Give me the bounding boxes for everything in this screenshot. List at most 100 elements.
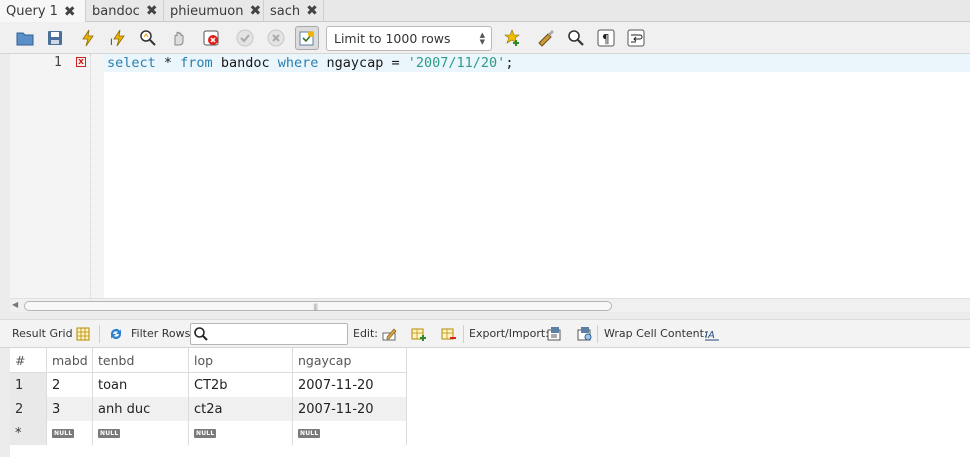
edit-row-icon[interactable] bbox=[381, 325, 399, 343]
new-row-marker[interactable]: * bbox=[10, 421, 47, 445]
scroll-left-icon[interactable]: ◀ bbox=[12, 300, 18, 309]
execute-current-icon[interactable]: I bbox=[107, 27, 129, 49]
filter-rows-label: Filter Rows: bbox=[131, 327, 195, 340]
result-toolbar: Result Grid Filter Rows: Edit: Export/Im… bbox=[0, 320, 970, 348]
new-row[interactable]: * NULL NULL NULL NULL bbox=[10, 421, 407, 445]
query-tab-bar: Query 1 ✖ bandoc ✖ phieumuon ✖ sach ✖ bbox=[0, 0, 970, 23]
cell-mabd[interactable]: 3 bbox=[47, 397, 93, 421]
editor-result-splitter[interactable] bbox=[0, 312, 970, 320]
refresh-filter-icon[interactable] bbox=[107, 325, 125, 343]
left-splitter[interactable] bbox=[0, 54, 10, 457]
limit-rows-select[interactable]: Limit to 1000 rows ▲ ▼ bbox=[326, 26, 492, 51]
svg-text:¶: ¶ bbox=[602, 32, 610, 46]
delete-row-icon[interactable] bbox=[440, 325, 458, 343]
sql-keyword: from bbox=[180, 55, 213, 71]
cell-tenbd[interactable]: anh duc bbox=[93, 397, 189, 421]
search-icon bbox=[193, 326, 209, 345]
svg-text:IA: IA bbox=[705, 330, 715, 341]
cell-null[interactable]: NULL bbox=[93, 421, 189, 445]
tab-query-1[interactable]: Query 1 ✖ bbox=[0, 0, 86, 23]
sql-operator: ; bbox=[505, 55, 514, 71]
tab-label: Query 1 bbox=[6, 4, 58, 19]
sql-editor-toolbar: I Limit to 1000 rows ▲ ▼ ¶ bbox=[0, 22, 970, 54]
open-folder-icon[interactable] bbox=[14, 27, 36, 49]
rollback-icon[interactable] bbox=[265, 27, 287, 49]
export-import-label: Export/Import: bbox=[469, 327, 549, 340]
syntax-error-icon[interactable]: x bbox=[76, 57, 86, 67]
table-row[interactable]: 1 2 toan CT2b 2007-11-20 bbox=[10, 373, 407, 397]
cell-ngaycap[interactable]: 2007-11-20 bbox=[293, 373, 407, 397]
filter-rows-input[interactable] bbox=[190, 323, 348, 345]
null-badge: NULL bbox=[98, 428, 121, 438]
toggle-error-icon[interactable] bbox=[200, 27, 222, 49]
stop-icon[interactable] bbox=[167, 27, 189, 49]
limit-rows-value: Limit to 1000 rows bbox=[334, 31, 451, 46]
cell-lop[interactable]: CT2b bbox=[189, 373, 293, 397]
column-header-rownum[interactable]: # bbox=[10, 348, 47, 373]
column-header-ngaycap[interactable]: ngaycap bbox=[293, 348, 407, 373]
explain-icon[interactable] bbox=[137, 27, 159, 49]
editor-horizontal-scrollbar[interactable]: ◀ ||| bbox=[10, 298, 970, 312]
autocommit-icon[interactable] bbox=[295, 26, 319, 50]
tab-label: bandoc bbox=[92, 3, 140, 19]
insert-row-icon[interactable] bbox=[410, 325, 428, 343]
result-grid-label: Result Grid bbox=[12, 327, 73, 340]
column-header-lop[interactable]: lop bbox=[189, 348, 293, 373]
sql-keyword: where bbox=[277, 55, 319, 71]
wrap-cell-label: Wrap Cell Content: bbox=[604, 327, 708, 340]
row-number[interactable]: 2 bbox=[10, 397, 47, 421]
null-badge: NULL bbox=[298, 428, 321, 438]
column-header-mabd[interactable]: mabd bbox=[47, 348, 93, 373]
cell-tenbd[interactable]: toan bbox=[93, 373, 189, 397]
find-icon[interactable] bbox=[565, 27, 587, 49]
close-tab-icon[interactable]: ✖ bbox=[64, 5, 76, 19]
wrap-cell-icon[interactable]: IA bbox=[703, 325, 721, 343]
table-row[interactable]: 2 3 anh duc ct2a 2007-11-20 bbox=[10, 397, 407, 421]
wrap-lines-icon[interactable] bbox=[625, 27, 647, 49]
null-badge: NULL bbox=[194, 428, 217, 438]
null-badge: NULL bbox=[52, 428, 75, 438]
line-number: 1 bbox=[54, 55, 62, 70]
scrollbar-thumb[interactable]: ||| bbox=[24, 301, 612, 311]
separator bbox=[99, 325, 100, 343]
sql-identifier: ngaycap = bbox=[318, 55, 408, 71]
cell-lop[interactable]: ct2a bbox=[189, 397, 293, 421]
cell-null[interactable]: NULL bbox=[189, 421, 293, 445]
beautify-icon[interactable] bbox=[535, 27, 557, 49]
sql-code-line[interactable]: select * from bandoc where ngaycap = '20… bbox=[107, 55, 513, 71]
separator bbox=[463, 325, 464, 343]
save-icon[interactable] bbox=[44, 27, 66, 49]
result-grid-icon[interactable] bbox=[74, 325, 92, 343]
fold-margin bbox=[90, 54, 104, 298]
select-arrows-icon: ▲ ▼ bbox=[479, 31, 485, 46]
row-number[interactable]: 1 bbox=[10, 373, 47, 397]
tab-bandoc[interactable]: bandoc ✖ bbox=[86, 0, 164, 22]
cell-null[interactable]: NULL bbox=[293, 421, 407, 445]
invisible-chars-icon[interactable]: ¶ bbox=[595, 27, 617, 49]
close-tab-icon[interactable]: ✖ bbox=[306, 4, 318, 18]
cell-ngaycap[interactable]: 2007-11-20 bbox=[293, 397, 407, 421]
tab-phieumuon[interactable]: phieumuon ✖ bbox=[164, 0, 264, 22]
column-header-tenbd[interactable]: tenbd bbox=[93, 348, 189, 373]
tab-label: phieumuon bbox=[170, 3, 244, 19]
result-grid[interactable]: # mabd tenbd lop ngaycap 1 2 toan CT2b 2… bbox=[10, 348, 970, 457]
sql-identifier: bandoc bbox=[212, 55, 278, 71]
commit-icon[interactable] bbox=[234, 27, 256, 49]
export-icon[interactable] bbox=[546, 325, 564, 343]
sql-editor[interactable]: 1 x select * from bandoc where ngaycap =… bbox=[10, 54, 970, 298]
import-icon[interactable] bbox=[576, 325, 594, 343]
add-snippet-icon[interactable] bbox=[502, 27, 524, 49]
close-tab-icon[interactable]: ✖ bbox=[249, 4, 261, 18]
cell-null[interactable]: NULL bbox=[47, 421, 93, 445]
sql-operator: * bbox=[155, 55, 181, 71]
separator bbox=[597, 325, 598, 343]
line-number-gutter: 1 x bbox=[10, 54, 90, 298]
cell-mabd[interactable]: 2 bbox=[47, 373, 93, 397]
edit-label: Edit: bbox=[353, 327, 379, 340]
tab-label: sach bbox=[270, 3, 301, 19]
close-tab-icon[interactable]: ✖ bbox=[146, 4, 158, 18]
execute-icon[interactable] bbox=[77, 27, 99, 49]
tab-sach[interactable]: sach ✖ bbox=[264, 0, 324, 22]
svg-text:I: I bbox=[110, 38, 113, 47]
sql-string-literal: '2007/11/20' bbox=[407, 55, 506, 71]
